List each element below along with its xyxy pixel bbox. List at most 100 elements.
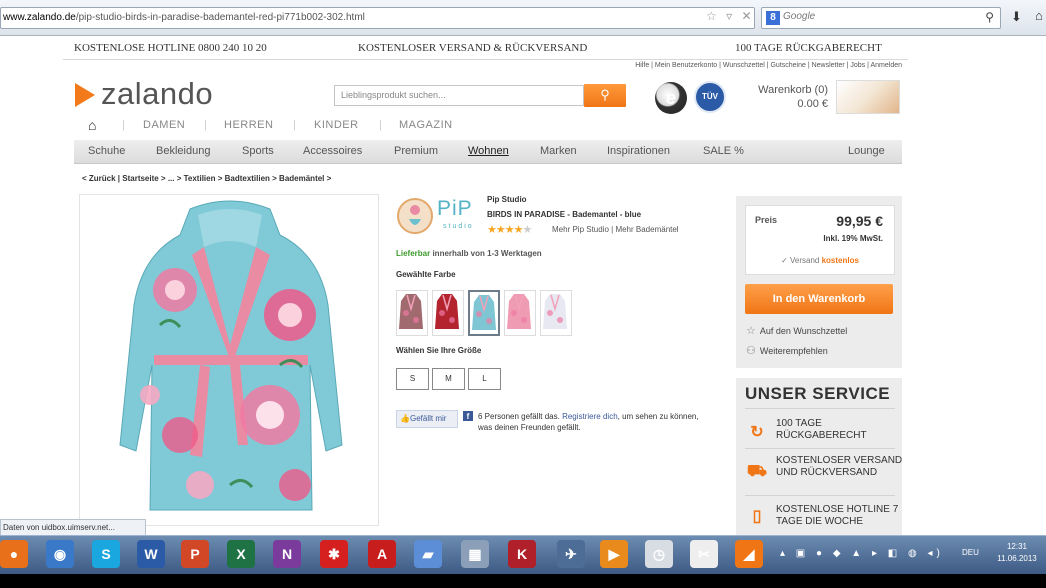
thunderbird-icon[interactable]: ◉: [46, 540, 74, 568]
recommend-link[interactable]: ⚇ Weiterempfehlen: [746, 344, 828, 357]
size-label: Wählen Sie Ihre Größe: [396, 346, 482, 355]
snipping-icon[interactable]: ✂: [690, 540, 718, 568]
size-button-s[interactable]: S: [396, 368, 429, 390]
color-swatch[interactable]: [468, 290, 500, 336]
nav-bekleidung[interactable]: Bekleidung: [156, 145, 210, 157]
nav-premium[interactable]: Premium: [394, 145, 438, 157]
tuv-icon[interactable]: TÜV: [694, 81, 726, 113]
rating-stars[interactable]: ★★★★★: [487, 223, 532, 236]
return-arrow-icon: ↻: [750, 424, 764, 441]
cart-box-icon[interactable]: [836, 80, 900, 114]
kaspersky-icon[interactable]: K: [508, 540, 536, 568]
search-icon: ⚲: [600, 87, 610, 102]
top-links[interactable]: Hilfe | Mein Benutzerkonto | Wunschzette…: [520, 62, 902, 69]
bathrobe-thumbnail-icon: [435, 294, 459, 329]
nav-sale[interactable]: SALE %: [703, 145, 744, 157]
search-engine-name: Google: [783, 11, 816, 22]
nav-herren[interactable]: HERREN: [224, 119, 273, 131]
search-input[interactable]: Lieblingsprodukt suchen...: [334, 85, 584, 106]
clock-date: 11.06.2013: [997, 554, 1037, 563]
promo-hotline: KOSTENLOSE HOTLINE 0800 240 10 20: [74, 42, 267, 54]
breadcrumb[interactable]: < Zurück | Startseite > ... > Textilien …: [82, 174, 331, 183]
media-player-icon[interactable]: ▶: [600, 540, 628, 568]
bathrobe-thumbnail-icon: [399, 294, 423, 329]
word-icon[interactable]: W: [137, 540, 165, 568]
service-item-return[interactable]: 100 TAGE RÜCKGABERECHT: [776, 418, 906, 442]
url-bar[interactable]: www.zalando.de/pip-studio-birds-in-parad…: [0, 7, 755, 29]
url-domain: www.zalando.de: [3, 12, 76, 23]
download-icon[interactable]: ⬇: [1011, 9, 1022, 25]
fb-register-link[interactable]: Registriere dich: [562, 412, 618, 421]
firefox-icon[interactable]: ●: [0, 540, 28, 568]
nav-sports[interactable]: Sports: [242, 145, 274, 157]
nav-wohnen[interactable]: Wohnen: [468, 145, 509, 157]
nav-marken[interactable]: Marken: [540, 145, 577, 157]
product-brand[interactable]: Pip Studio: [487, 195, 527, 204]
plane-icon[interactable]: ✈: [557, 540, 585, 568]
acrobat-icon[interactable]: A: [368, 540, 396, 568]
zalando-app-icon[interactable]: ◢: [735, 540, 763, 568]
nav-inspirationen[interactable]: Inspirationen: [607, 145, 670, 157]
system-tray[interactable]: ▴ ▣ ● ◆ ▲ ▸ ◧ ◍ ◂): [780, 548, 944, 559]
color-swatch[interactable]: [540, 290, 572, 336]
excel-icon[interactable]: X: [227, 540, 255, 568]
skype-icon[interactable]: S: [92, 540, 120, 568]
bookmark-star-icon[interactable]: ☆ ▿ ✕: [706, 9, 755, 23]
thumbs-up-icon: 👍: [400, 414, 410, 423]
service-item-shipping[interactable]: KOSTENLOSER VERSAND UND RÜCKVERSAND: [776, 455, 906, 479]
shipping-label: Versand: [790, 256, 822, 265]
recommend-label: Weiterempfehlen: [759, 346, 828, 356]
browser-search-box[interactable]: 8 Google ⚲: [761, 7, 1001, 29]
google-icon: 8: [766, 11, 780, 25]
facebook-like-button[interactable]: 👍Gefällt mir: [396, 410, 458, 428]
clock[interactable]: 12:31 11.06.2013: [992, 541, 1042, 565]
availability: Lieferbar innerhalb von 1-3 Werktagen: [396, 249, 542, 258]
calculator-icon[interactable]: ▦: [461, 540, 489, 568]
color-swatch[interactable]: [432, 290, 464, 336]
more-links[interactable]: Mehr Pip Studio | Mehr Bademäntel: [552, 225, 679, 234]
home-icon[interactable]: ⌂: [1035, 8, 1043, 23]
search-icon[interactable]: ⚲: [985, 10, 994, 24]
clock-time: 12:31: [1006, 542, 1028, 551]
nav-kinder[interactable]: KINDER: [314, 119, 359, 131]
logo-text: zalando: [101, 76, 214, 111]
home-icon[interactable]: ⌂: [88, 117, 97, 133]
star-icon: ★★★★: [487, 224, 523, 236]
product-image[interactable]: [79, 194, 379, 526]
shipping-note: ✓ Versand kostenlos: [745, 256, 895, 265]
availability-text: innerhalb von 1-3 Werktagen: [430, 249, 542, 258]
powerpoint-icon[interactable]: P: [181, 540, 209, 568]
facebook-icon: f: [463, 411, 473, 421]
trusted-shops-icon[interactable]: e: [655, 82, 687, 114]
wishlist-link[interactable]: ☆ Auf den Wunschzettel: [746, 324, 847, 337]
fb-text-before: 6 Personen gefällt das.: [478, 412, 563, 421]
nav-lounge[interactable]: Lounge: [848, 145, 885, 157]
size-button-m[interactable]: M: [432, 368, 465, 390]
promo-return: 100 TAGE RÜCKGABERECHT: [735, 42, 882, 54]
divider: [745, 495, 895, 496]
color-swatch[interactable]: [504, 290, 536, 336]
search-button[interactable]: ⚲: [584, 84, 626, 107]
nav-schuhe[interactable]: Schuhe: [88, 145, 125, 157]
color-swatch[interactable]: [396, 290, 428, 336]
nav-damen[interactable]: DAMEN: [143, 119, 185, 131]
add-to-cart-button[interactable]: In den Warenkorb: [745, 284, 893, 314]
zalando-logo[interactable]: zalando: [75, 76, 213, 112]
brand-logo[interactable]: PiP studio: [397, 195, 477, 237]
facebook-text: 6 Personen gefällt das. Registriere dich…: [478, 411, 708, 433]
nav-magazin[interactable]: MAGAZIN: [399, 119, 453, 131]
browser-toolbar: www.zalando.de/pip-studio-birds-in-parad…: [0, 0, 1046, 36]
onenote-icon[interactable]: N: [273, 540, 301, 568]
service-item-hotline[interactable]: KOSTENLOSE HOTLINE 7 TAGE DIE WOCHE: [776, 504, 906, 528]
language-indicator[interactable]: DEU: [962, 548, 979, 557]
nav-accessoires[interactable]: Accessoires: [303, 145, 362, 157]
price-label: Preis: [755, 215, 778, 225]
bathrobe-thumbnail-icon: [543, 294, 567, 329]
cart-summary[interactable]: Warenkorb (0) 0.00 €: [748, 83, 828, 111]
puzzle-icon[interactable]: ✱: [320, 540, 348, 568]
check-icon: ✓: [781, 256, 790, 265]
notes-icon[interactable]: ▰: [414, 540, 442, 568]
brand-logo-text: PiP: [437, 197, 473, 220]
clock-icon[interactable]: ◷: [645, 540, 673, 568]
size-button-l[interactable]: L: [468, 368, 501, 390]
